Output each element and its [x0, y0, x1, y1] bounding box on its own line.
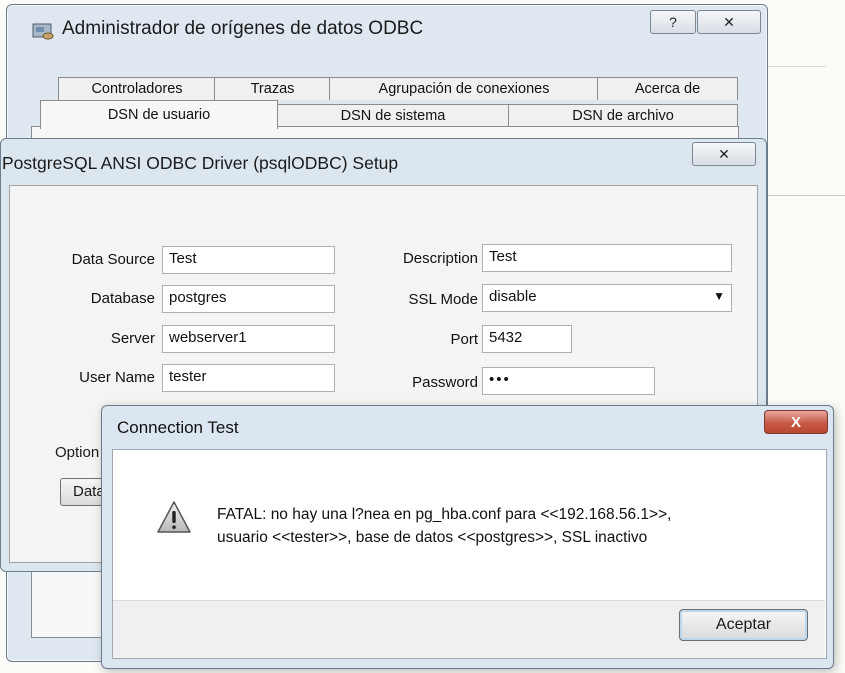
ssl-mode-label: SSL Mode — [408, 291, 479, 308]
tab-controladores[interactable]: Controladores — [58, 77, 216, 100]
close-button[interactable]: ✕ — [697, 10, 761, 34]
window-title: Administrador de orígenes de datos ODBC — [62, 18, 424, 39]
username-input[interactable]: tester — [162, 364, 335, 392]
port-label: Port — [450, 331, 478, 348]
tab-dsn-usuario[interactable]: DSN de usuario — [40, 100, 278, 129]
options-label: Option — [55, 444, 100, 461]
tab-trazas[interactable]: Trazas — [214, 77, 331, 100]
ssl-mode-value: disable — [489, 288, 537, 305]
setup-dialog-title: PostgreSQL ANSI ODBC Driver (psqlODBC) S… — [2, 153, 399, 173]
aceptar-button[interactable]: Aceptar — [679, 609, 808, 641]
server-label: Server — [110, 330, 155, 347]
odbc-app-icon — [32, 23, 54, 40]
description-input[interactable]: Test — [482, 244, 732, 272]
password-input[interactable]: ••• — [482, 367, 655, 395]
warning-icon — [157, 501, 191, 533]
setup-close-button[interactable]: ✕ — [692, 142, 756, 166]
tab-agrupacion-conexiones[interactable]: Agrupación de conexiones — [329, 77, 599, 100]
username-label: User Name — [79, 369, 155, 386]
data-source-input[interactable]: Test — [162, 246, 335, 274]
error-message-line2: usuario <<tester>>, base de datos <<post… — [217, 529, 648, 546]
tab-dsn-sistema[interactable]: DSN de sistema — [276, 104, 510, 127]
connection-test-title: Connection Test — [117, 418, 239, 437]
password-label: Password — [412, 374, 478, 391]
chevron-down-icon: ▼ — [713, 289, 725, 303]
ssl-mode-select[interactable]: disable ▼ — [482, 284, 732, 312]
description-label: Description — [402, 250, 478, 267]
tab-dsn-archivo[interactable]: DSN de archivo — [508, 104, 738, 127]
tab-acerca-de[interactable]: Acerca de — [597, 77, 738, 100]
server-input[interactable]: webserver1 — [162, 325, 335, 353]
port-input[interactable]: 5432 — [482, 325, 572, 353]
connection-test-close-button[interactable]: X — [764, 410, 828, 434]
error-message: FATAL: no hay una l?nea en pg_hba.conf p… — [217, 503, 671, 549]
database-label: Database — [90, 290, 155, 307]
error-message-line1: FATAL: no hay una l?nea en pg_hba.conf p… — [217, 506, 672, 523]
help-button[interactable]: ? — [650, 10, 696, 34]
database-input[interactable]: postgres — [162, 285, 335, 313]
data-source-label: Data Source — [71, 251, 155, 268]
